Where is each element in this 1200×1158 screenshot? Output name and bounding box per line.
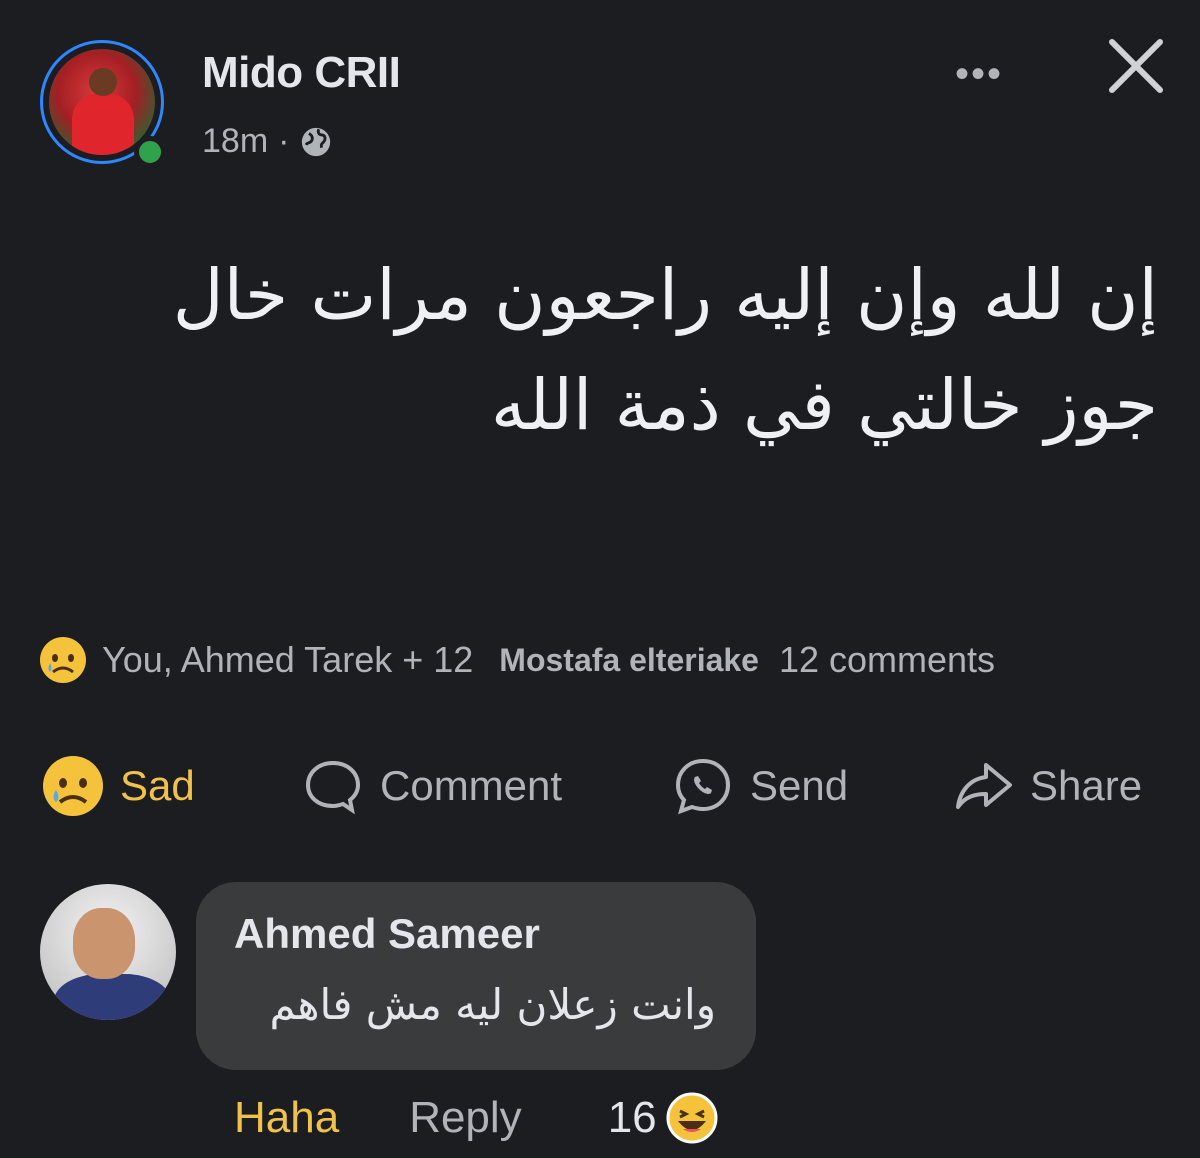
comment-text: وانت زعلان ليه مش فاهم [269, 980, 716, 1029]
send-label: Send [750, 762, 849, 809]
send-button[interactable]: Send [670, 748, 848, 824]
share-button[interactable]: Share [950, 748, 1142, 824]
commenter-avatar[interactable] [40, 884, 176, 1020]
post-text-line: إن لله وإن إليه راجعون مرات خال [172, 254, 1158, 336]
top-commenter[interactable]: Mostafa elteriake [499, 642, 759, 679]
reaction-button[interactable]: Sad [40, 748, 195, 824]
reaction-label: Sad [120, 762, 195, 809]
reaction-summary: You, Ahmed Tarek + 12 Mostafa elteriake … [38, 632, 1168, 688]
share-arrow-icon [956, 763, 1012, 809]
comments-count[interactable]: 12 comments [779, 639, 995, 681]
comment-reaction-count[interactable]: 16 [608, 1093, 657, 1143]
globe-icon [302, 127, 331, 156]
sad-emoji-icon [40, 637, 86, 683]
comment-bubble-icon [305, 760, 361, 815]
meta-separator: · [278, 122, 290, 160]
comment-footer: Haha Reply 16 [234, 1088, 719, 1148]
post-text-line: جوز خالتي في ذمة الله [490, 364, 1158, 446]
share-label: Share [1030, 762, 1143, 809]
reactors-list[interactable]: You, Ahmed Tarek + 12 [102, 639, 473, 681]
post-meta: 18m · [202, 122, 333, 161]
messenger-icon [675, 758, 731, 815]
sad-emoji-icon [43, 756, 103, 816]
reply-button[interactable]: Reply [409, 1093, 522, 1143]
comment-author[interactable]: Ahmed Sameer [234, 910, 540, 958]
post-body: إن لله وإن إليه راجعون مرات خال جوز خالت… [38, 240, 1158, 460]
haha-emoji-icon[interactable] [665, 1091, 719, 1145]
online-status-dot [134, 136, 166, 168]
poster-name[interactable]: Mido CRII [202, 48, 401, 98]
action-bar: Sad Comment Send Share [40, 748, 1170, 824]
close-icon[interactable] [1100, 38, 1170, 98]
comment-reaction-button[interactable]: Haha [234, 1093, 339, 1143]
more-options-button[interactable]: ••• [955, 52, 1003, 97]
comment-button[interactable]: Comment [300, 748, 562, 824]
comment-label: Comment [380, 762, 563, 809]
post-time[interactable]: 18m [202, 122, 268, 161]
